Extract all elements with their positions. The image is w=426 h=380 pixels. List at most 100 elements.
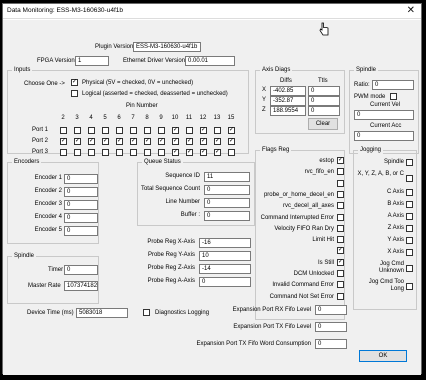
pin-checkbox[interactable]: ✓ — [200, 127, 207, 134]
jogging-checkbox[interactable] — [406, 249, 413, 256]
pin-checkbox[interactable] — [60, 127, 67, 134]
physical-checkbox[interactable]: ✓ — [71, 79, 78, 86]
axis-ttl-field[interactable]: 0 — [308, 96, 340, 106]
flag-checkbox[interactable] — [337, 168, 344, 176]
queue-status-field[interactable]: 0 — [204, 198, 250, 208]
encoder-field[interactable]: 0 — [64, 187, 98, 197]
flag-checkbox[interactable]: ✓ — [337, 258, 344, 266]
rx-fifo-field[interactable]: 0 — [315, 305, 347, 315]
jogging-checkbox[interactable] — [406, 175, 413, 182]
encoder-field[interactable]: 0 — [64, 174, 98, 184]
ratio-field[interactable]: 0 — [372, 80, 414, 90]
pin-checkbox[interactable]: ✓ — [172, 138, 179, 145]
current-acc-field[interactable]: 0 — [354, 131, 414, 141]
pin-checkbox[interactable]: ✓ — [186, 138, 193, 145]
pin-checkbox[interactable]: ✓ — [102, 138, 109, 145]
pin-checkbox[interactable] — [60, 149, 67, 156]
plugin-version-field[interactable]: ESS-M3-160630-u4f1b — [133, 42, 201, 52]
axis-ttl-field[interactable]: 0 — [308, 106, 340, 116]
pwm-mode-checkbox[interactable] — [390, 93, 397, 100]
fpga-version-field[interactable]: 1 — [75, 56, 109, 66]
pin-checkbox[interactable]: ✓ — [228, 138, 235, 145]
flag-checkbox[interactable] — [337, 224, 344, 232]
jogging-checkbox[interactable] — [406, 225, 413, 232]
pin-checkbox[interactable]: ✓ — [200, 138, 207, 145]
pin-checkbox[interactable] — [186, 127, 193, 134]
current-vel-field[interactable]: 0 — [354, 110, 414, 120]
logical-checkbox[interactable] — [71, 90, 78, 97]
pin-checkbox[interactable] — [130, 149, 137, 156]
pin-checkbox[interactable] — [74, 127, 81, 134]
pin-checkbox[interactable]: ✓ — [88, 138, 95, 145]
flag-checkbox[interactable] — [337, 179, 344, 187]
tx-fifo-word-field[interactable]: 0 — [315, 339, 347, 349]
pin-checkbox[interactable]: ✓ — [74, 138, 81, 145]
device-time-field[interactable]: 5083018 — [76, 308, 128, 318]
ethernet-driver-field[interactable]: 0.00.01 — [185, 56, 235, 66]
pin-checkbox[interactable]: ✓ — [130, 138, 137, 145]
pin-checkbox[interactable] — [130, 127, 137, 134]
jogging-checkbox[interactable] — [406, 201, 413, 208]
pin-checkbox[interactable] — [74, 149, 81, 156]
pin-checkbox[interactable] — [228, 149, 235, 156]
queue-status-field[interactable]: 11 — [204, 172, 250, 182]
flag-checkbox[interactable] — [337, 213, 344, 221]
pin-checkbox[interactable]: ✓ — [228, 127, 235, 134]
axis-diff-field[interactable]: 188.9554 — [270, 106, 306, 116]
queue-status-field[interactable]: 0 — [204, 211, 250, 221]
pin-checkbox[interactable] — [116, 149, 123, 156]
pin-checkbox[interactable] — [144, 149, 151, 156]
pin-checkbox[interactable]: ✓ — [60, 138, 67, 145]
jogging-checkbox[interactable] — [406, 265, 413, 272]
probe-reg-field[interactable]: 0 — [199, 277, 251, 287]
pin-checkbox[interactable]: ✓ — [144, 138, 151, 145]
pin-checkbox[interactable] — [88, 127, 95, 134]
pin-checkbox[interactable] — [158, 127, 165, 134]
flag-checkbox[interactable]: ✓ — [337, 247, 344, 255]
pin-checkbox[interactable]: ✓ — [214, 149, 221, 156]
pin-checkbox[interactable] — [158, 149, 165, 156]
close-icon[interactable]: ✕ — [407, 6, 415, 16]
pin-checkbox[interactable]: ✓ — [172, 149, 179, 156]
flag-checkbox[interactable] — [337, 202, 344, 210]
diagnostics-logging-checkbox[interactable] — [143, 309, 150, 316]
queue-status-field[interactable]: 0 — [204, 185, 250, 195]
timer-field[interactable]: 0 — [64, 265, 98, 275]
ok-button[interactable]: OK — [359, 350, 407, 362]
flag-checkbox[interactable]: ✓ — [337, 157, 344, 164]
pin-checkbox[interactable]: ✓ — [172, 127, 179, 134]
encoder-field[interactable]: 0 — [64, 213, 98, 223]
axis-ttl-field[interactable]: 0 — [308, 86, 340, 96]
flag-checkbox[interactable] — [337, 236, 344, 244]
pin-checkbox[interactable] — [214, 127, 221, 134]
pin-checkbox[interactable]: ✓ — [116, 138, 123, 145]
axis-diff-field[interactable]: -352.87 — [270, 96, 306, 106]
jogging-checkbox[interactable] — [406, 159, 413, 166]
flag-checkbox[interactable] — [337, 281, 344, 289]
pin-checkbox[interactable]: ✓ — [186, 149, 193, 156]
probe-reg-field[interactable]: -14 — [199, 264, 251, 274]
pin-checkbox[interactable]: ✓ — [214, 138, 221, 145]
jogging-checkbox[interactable] — [406, 189, 413, 196]
flag-checkbox[interactable] — [337, 270, 344, 277]
pin-checkbox[interactable] — [102, 149, 109, 156]
pin-checkbox[interactable] — [88, 149, 95, 156]
flag-checkbox[interactable] — [337, 292, 344, 300]
probe-reg-field[interactable]: -16 — [199, 238, 251, 248]
jogging-checkbox[interactable] — [406, 283, 413, 290]
pin-checkbox[interactable] — [116, 127, 123, 134]
flag-checkbox[interactable] — [337, 190, 344, 198]
clear-button[interactable]: Clear — [308, 118, 338, 130]
master-rate-field[interactable]: 1073741824 — [64, 281, 98, 291]
pin-checkbox[interactable] — [102, 127, 109, 134]
axis-diff-field[interactable]: -402.85 — [270, 86, 306, 96]
jogging-checkbox[interactable] — [406, 213, 413, 220]
jogging-checkbox[interactable] — [406, 237, 413, 244]
tx-fifo-field[interactable]: 0 — [315, 322, 347, 332]
pin-checkbox[interactable]: ✓ — [158, 138, 165, 145]
pin-checkbox[interactable]: ✓ — [200, 149, 207, 156]
probe-reg-field[interactable]: 10 — [199, 251, 251, 261]
pin-checkbox[interactable] — [144, 127, 151, 134]
encoder-field[interactable]: 0 — [64, 200, 98, 210]
encoder-field[interactable]: 0 — [64, 226, 98, 236]
